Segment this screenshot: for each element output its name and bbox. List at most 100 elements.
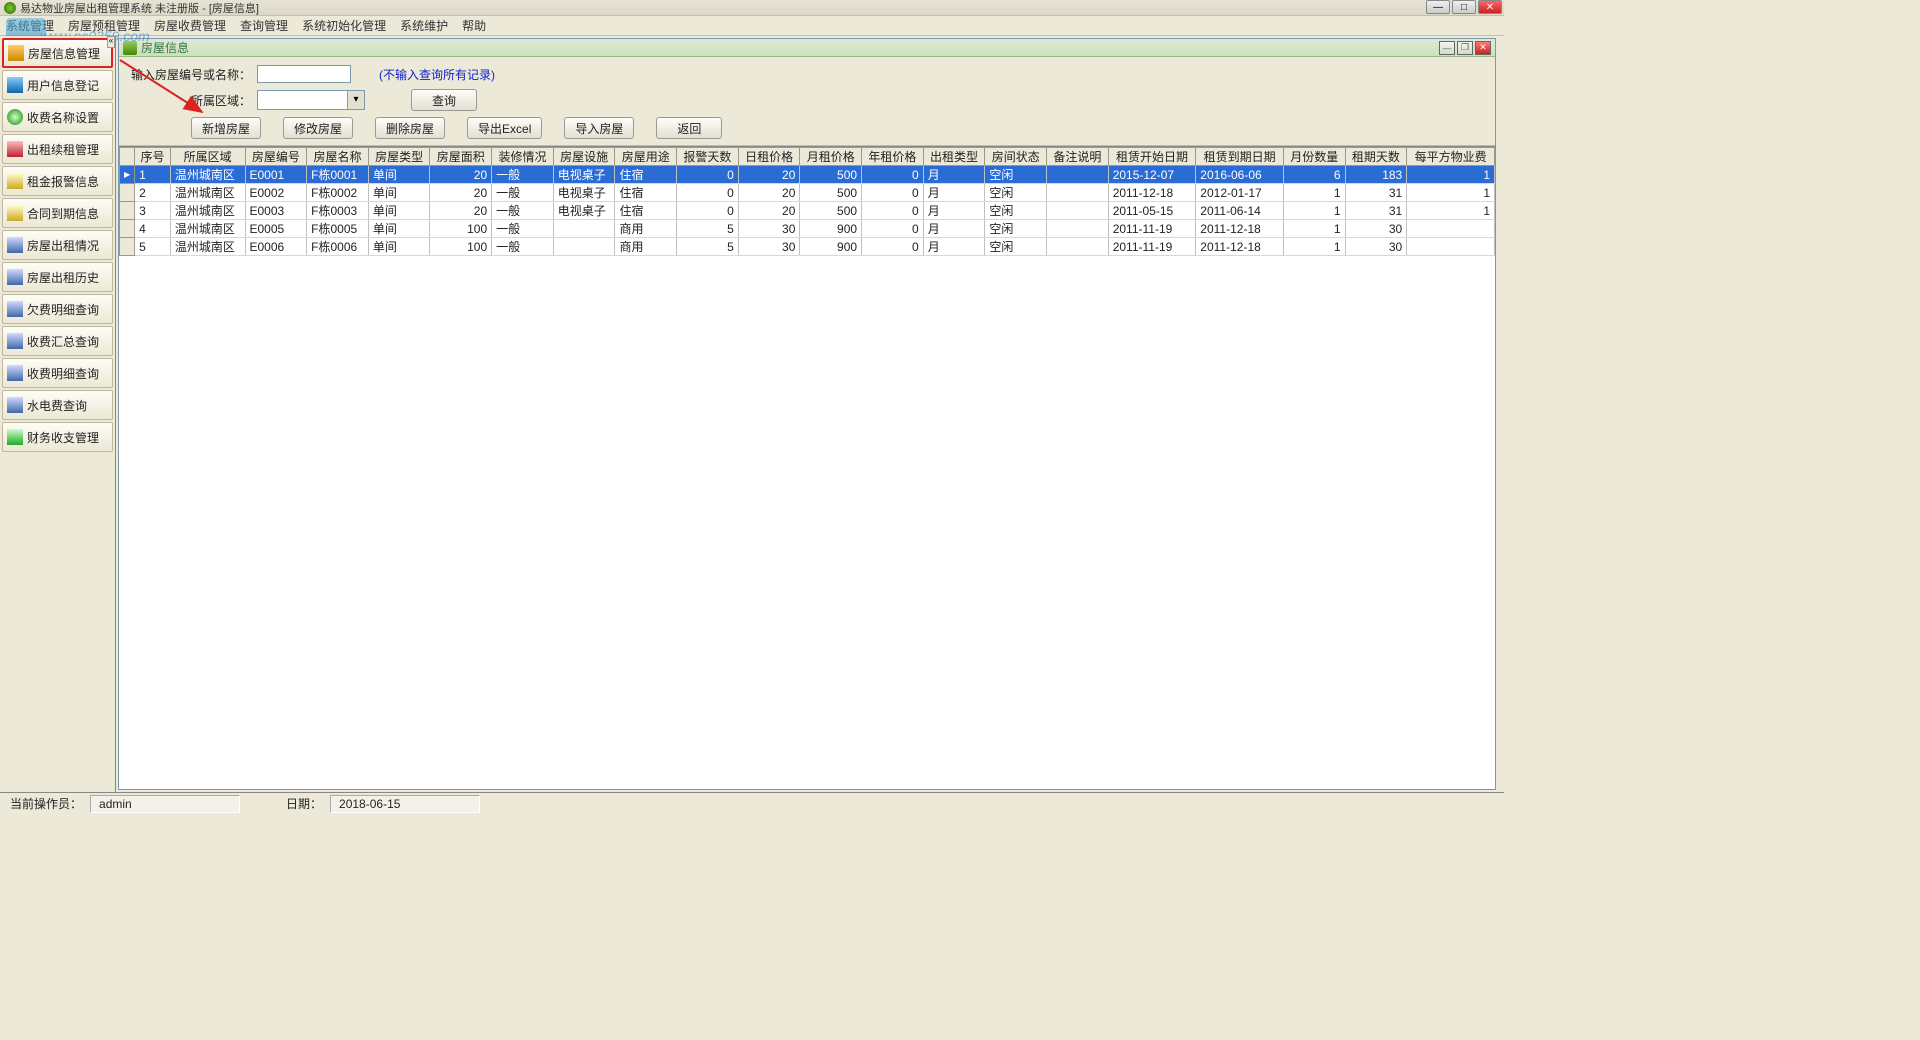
col-header[interactable]: 租赁开始日期 (1108, 148, 1196, 166)
sidebar-item-fee-name[interactable]: 收费名称设置 (2, 102, 113, 132)
menu-init[interactable]: 系统初始化管理 (302, 17, 386, 34)
menu-maintain[interactable]: 系统维护 (400, 17, 448, 34)
cell: F栋0002 (307, 184, 369, 202)
cell: E0002 (245, 184, 307, 202)
cell: 20 (738, 166, 800, 184)
sidebar-item-arrears-detail[interactable]: 欠费明细查询 (2, 294, 113, 324)
col-header[interactable]: 所属区域 (170, 148, 245, 166)
child-title-bar: 房屋信息 — ❐ ✕ (119, 39, 1495, 57)
cell: 月 (923, 184, 985, 202)
col-header[interactable]: 出租类型 (923, 148, 985, 166)
import-house-button[interactable]: 导入房屋 (564, 117, 634, 139)
cell: 2015-12-07 (1108, 166, 1196, 184)
cell: 0 (862, 184, 924, 202)
cell: 0 (677, 184, 739, 202)
sidebar-item-contract-expire[interactable]: 合同到期信息 (2, 198, 113, 228)
sidebar-item-fee-detail[interactable]: 收费明细查询 (2, 358, 113, 388)
col-header[interactable]: 房屋面积 (430, 148, 492, 166)
finance-icon (7, 429, 23, 445)
table-row[interactable]: 1温州城南区E0001F栋0001单间20一般电视桌子住宿0205000月空闲2… (120, 166, 1495, 184)
sidebar-item-rent-status[interactable]: 房屋出租情况 (2, 230, 113, 260)
export-excel-button[interactable]: 导出Excel (467, 117, 542, 139)
cell: 30 (738, 238, 800, 256)
col-header[interactable]: 房屋用途 (615, 148, 677, 166)
sidebar-item-label: 租金报警信息 (27, 173, 99, 190)
house-code-input[interactable] (257, 65, 351, 83)
add-house-button[interactable]: 新增房屋 (191, 117, 261, 139)
sidebar-item-rent-history[interactable]: 房屋出租历史 (2, 262, 113, 292)
cell: 2011-11-19 (1108, 238, 1196, 256)
cell: 20 (430, 202, 492, 220)
sidebar-item-rent-renew[interactable]: 出租续租管理 (2, 134, 113, 164)
cell: 1 (135, 166, 171, 184)
user-icon (7, 77, 23, 93)
table-row[interactable]: 2温州城南区E0002F栋0002单间20一般电视桌子住宿0205000月空闲2… (120, 184, 1495, 202)
cell: 温州城南区 (170, 220, 245, 238)
cell: 2 (135, 184, 171, 202)
alert-icon (7, 173, 23, 189)
cell: 温州城南区 (170, 166, 245, 184)
sidebar-item-finance[interactable]: 财务收支管理 (2, 422, 113, 452)
return-button[interactable]: 返回 (656, 117, 722, 139)
sidebar-item-user-register[interactable]: 用户信息登记 (2, 70, 113, 100)
app-icon (4, 2, 16, 14)
cell (1047, 184, 1109, 202)
sidebar-item-rent-alarm[interactable]: 租金报警信息 (2, 166, 113, 196)
cell (1047, 166, 1109, 184)
col-header[interactable]: 日租价格 (738, 148, 800, 166)
menu-system[interactable]: 系统管理 (6, 17, 54, 34)
col-header[interactable]: 房屋编号 (245, 148, 307, 166)
col-header[interactable]: 报警天数 (677, 148, 739, 166)
col-header[interactable]: 租赁到期日期 (1196, 148, 1284, 166)
minimize-button[interactable]: — (1426, 0, 1450, 14)
query-button[interactable]: 查询 (411, 89, 477, 111)
col-header[interactable]: 房屋设施 (553, 148, 615, 166)
col-header[interactable]: 房屋类型 (368, 148, 430, 166)
cell: 2011-11-19 (1108, 220, 1196, 238)
col-header[interactable]: 每平方物业费 (1407, 148, 1495, 166)
menu-prerent[interactable]: 房屋预租管理 (68, 17, 140, 34)
sidebar-item-label: 收费名称设置 (27, 109, 99, 126)
col-header[interactable]: 序号 (135, 148, 171, 166)
table-row[interactable]: 3温州城南区E0003F栋0003单间20一般电视桌子住宿0205000月空闲2… (120, 202, 1495, 220)
cell: 0 (862, 220, 924, 238)
col-header[interactable]: 房屋名称 (307, 148, 369, 166)
cell: 单间 (368, 166, 430, 184)
table-row[interactable]: 4温州城南区E0005F栋0005单间100一般商用5309000月空闲2011… (120, 220, 1495, 238)
col-header[interactable]: 装修情况 (492, 148, 554, 166)
cell: 6 (1283, 166, 1345, 184)
col-header[interactable]: 备注说明 (1047, 148, 1109, 166)
name-label: 输入房屋编号或名称： (131, 66, 251, 83)
child-close-button[interactable]: ✕ (1475, 41, 1491, 55)
col-header[interactable]: 租期天数 (1345, 148, 1407, 166)
cell: E0003 (245, 202, 307, 220)
col-header[interactable]: 月份数量 (1283, 148, 1345, 166)
child-restore-button[interactable]: ❐ (1457, 41, 1473, 55)
cell (1407, 238, 1495, 256)
cell: 住宿 (615, 184, 677, 202)
cell: 31 (1345, 202, 1407, 220)
close-button[interactable]: ✕ (1478, 0, 1502, 14)
row-header-corner (120, 148, 135, 166)
sidebar: « 房屋信息管理 用户信息登记 收费名称设置 出租续租管理 租金报警信息 合同到… (0, 36, 116, 792)
table-wrap[interactable]: 序号所属区域房屋编号房屋名称房屋类型房屋面积装修情况房屋设施房屋用途报警天数日租… (119, 146, 1495, 789)
table-row[interactable]: 5温州城南区E0006F栋0006单间100一般商用5309000月空闲2011… (120, 238, 1495, 256)
edit-house-button[interactable]: 修改房屋 (283, 117, 353, 139)
document-icon (7, 397, 23, 413)
maximize-button[interactable]: □ (1452, 0, 1476, 14)
menu-fee[interactable]: 房屋收费管理 (154, 17, 226, 34)
house-icon (8, 45, 24, 61)
child-minimize-button[interactable]: — (1439, 41, 1455, 55)
col-header[interactable]: 房间状态 (985, 148, 1047, 166)
menu-help[interactable]: 帮助 (462, 17, 486, 34)
sidebar-item-fee-summary[interactable]: 收费汇总查询 (2, 326, 113, 356)
sidebar-item-house-info[interactable]: 房屋信息管理 (2, 38, 113, 68)
sidebar-collapse-handle[interactable]: « (107, 36, 115, 48)
cell: 单间 (368, 184, 430, 202)
menu-query[interactable]: 查询管理 (240, 17, 288, 34)
delete-house-button[interactable]: 删除房屋 (375, 117, 445, 139)
sidebar-item-utility[interactable]: 水电费查询 (2, 390, 113, 420)
area-combo[interactable] (257, 90, 365, 110)
col-header[interactable]: 年租价格 (862, 148, 924, 166)
col-header[interactable]: 月租价格 (800, 148, 862, 166)
